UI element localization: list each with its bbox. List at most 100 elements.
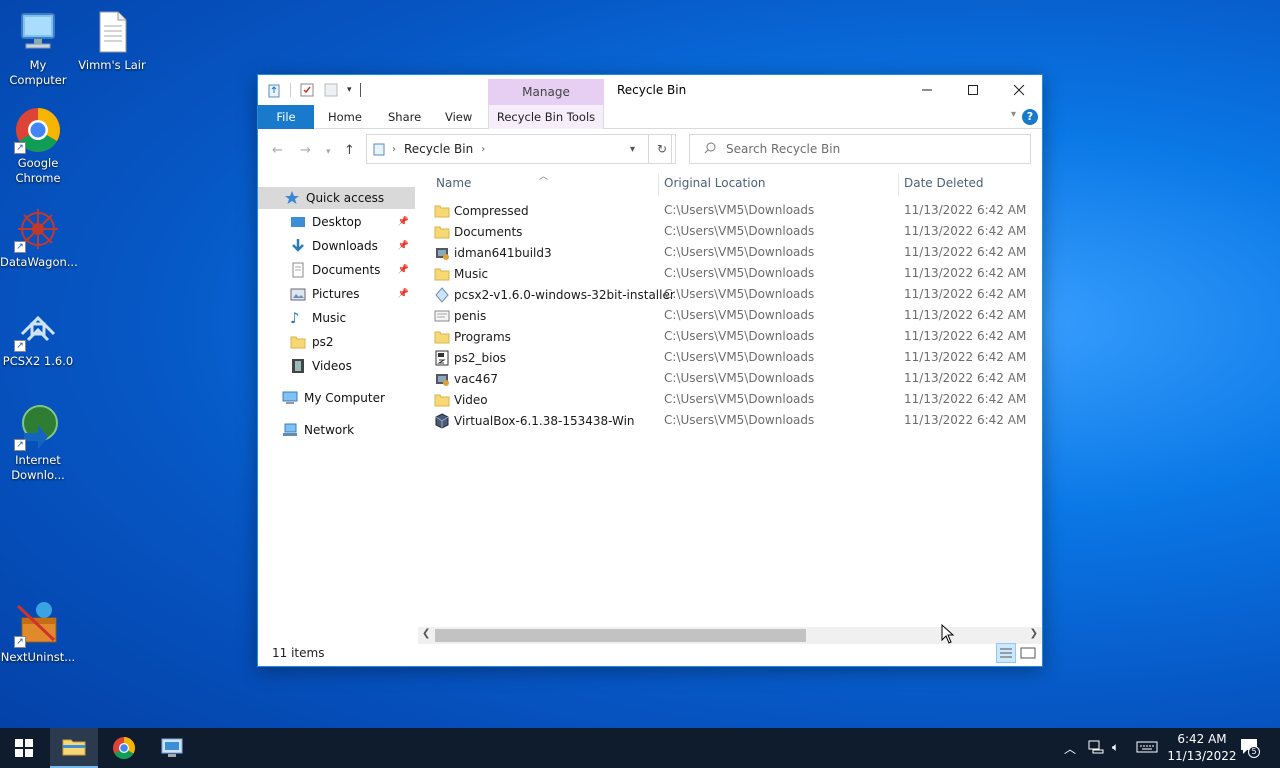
desktop-icon-datawagon[interactable]: ↗ DataWagon...	[0, 205, 78, 270]
nav-item-videos[interactable]: Videos	[258, 355, 415, 377]
search-input[interactable]: Search Recycle Bin	[689, 134, 1031, 164]
nav-item-pictures[interactable]: Pictures 📌	[258, 283, 415, 305]
file-name-cell[interactable]: Programs	[434, 329, 511, 345]
nav-item-documents[interactable]: Documents 📌	[258, 259, 415, 281]
tab-recycle-bin-tools[interactable]: Recycle Bin Tools	[488, 105, 604, 129]
maximize-button[interactable]	[950, 75, 996, 105]
file-row[interactable]: vac467 C:\Users\VM5\Downloads 11/13/2022 6…	[434, 368, 1034, 389]
tab-home[interactable]: Home	[314, 105, 376, 129]
forward-arrow-icon[interactable]: →	[300, 143, 311, 158]
help-icon[interactable]: ?	[1022, 109, 1038, 125]
documents-icon	[290, 262, 306, 278]
column-header-name[interactable]: Name	[436, 176, 471, 194]
desktop-icon-nextuninstaller[interactable]: ↗ NextUninst...	[0, 600, 76, 665]
nav-item-quick-access[interactable]: Quick access	[258, 187, 415, 209]
scroll-right-arrow-icon[interactable]: ❯	[1030, 628, 1038, 639]
file-row[interactable]: penis C:\Users\VM5\Downloads 11/13/2022 6:…	[434, 305, 1034, 326]
nav-item-my-computer[interactable]: My Computer	[258, 387, 415, 409]
file-name: penis	[454, 309, 487, 323]
file-name-cell[interactable]: vac467	[434, 371, 498, 387]
back-arrow-icon[interactable]: ←	[272, 143, 283, 158]
column-divider[interactable]	[658, 174, 659, 196]
file-name: Compressed	[454, 204, 529, 218]
file-name-cell[interactable]: idman641build3	[434, 245, 552, 261]
date-deleted: 11/13/2022 6:42 AM	[904, 287, 1027, 301]
file-name-cell[interactable]: Music	[434, 266, 488, 282]
file-name-cell[interactable]: ps2_bios	[434, 350, 506, 366]
start-button[interactable]	[0, 728, 48, 768]
nav-item-downloads[interactable]: Downloads 📌	[258, 235, 415, 257]
original-location: C:\Users\VM5\Downloads	[664, 329, 815, 343]
file-row[interactable]: Programs C:\Users\VM5\Downloads 11/13/2022…	[434, 326, 1034, 347]
pictures-icon	[290, 286, 306, 302]
date-deleted: 11/13/2022 6:42 AM	[904, 350, 1027, 364]
recent-locations-chevron-icon[interactable]: ▾	[326, 147, 331, 157]
breadcrumb-chevron-icon[interactable]: ›	[481, 144, 485, 155]
desktop-icon-google-chrome[interactable]: ↗ Google Chrome	[0, 106, 76, 186]
taskbar-remote-desktop[interactable]	[148, 728, 196, 768]
tab-view[interactable]: View	[431, 105, 486, 129]
date-deleted: 11/13/2022 6:42 AM	[904, 224, 1027, 238]
file-name-cell[interactable]: penis	[434, 308, 486, 324]
nav-item-label: Pictures	[312, 287, 360, 301]
volume-icon[interactable]: 🔈︎	[1112, 740, 1119, 755]
details-view-icon	[1000, 648, 1012, 658]
network-status-icon[interactable]	[1088, 740, 1104, 757]
column-header-original-location[interactable]: Original Location	[664, 176, 766, 194]
column-header-date-deleted[interactable]: Date Deleted	[904, 176, 984, 194]
notification-center-button[interactable]: 5	[1240, 738, 1260, 759]
remote-desktop-icon	[161, 738, 183, 757]
breadcrumb-chevron-icon: ›	[392, 143, 396, 155]
scroll-left-arrow-icon[interactable]: ❮	[422, 628, 430, 639]
file-row[interactable]: Video C:\Users\VM5\Downloads 11/13/2022 6:…	[434, 389, 1034, 410]
nav-item-ps2[interactable]: ps2	[258, 331, 415, 353]
up-arrow-icon[interactable]: ↑	[344, 143, 355, 158]
file-row[interactable]: Compressed C:\Users\VM5\Downloads 11/13/20…	[434, 200, 1034, 221]
file-name-cell[interactable]: Compressed	[434, 203, 529, 219]
file-row[interactable]: idman641build3 C:\Users\VM5\Downloads 11/1…	[434, 242, 1034, 263]
refresh-button[interactable]: ↻	[648, 134, 676, 164]
properties-icon[interactable]	[299, 82, 315, 98]
file-row[interactable]: Documents C:\Users\VM5\Downloads 11/13/202…	[434, 221, 1034, 242]
file-name-cell[interactable]: Documents	[434, 224, 522, 240]
file-name: Documents	[454, 225, 523, 239]
file-row[interactable]: VirtualBox-6.1.38-153438-Win C:\Users\VM5…	[434, 410, 1034, 431]
taskbar-file-explorer[interactable]	[50, 728, 98, 768]
taskbar-clock[interactable]: 6:42 AM 11/13/2022	[1166, 731, 1238, 765]
desktop-icon-pcsx2[interactable]: ↗ PCSX2 1.6.0	[0, 304, 76, 369]
breadcrumb-recycle-bin[interactable]: Recycle Bin	[404, 142, 473, 156]
file-row[interactable]: Music C:\Users\VM5\Downloads 11/13/2022 6:…	[434, 263, 1034, 284]
tab-share[interactable]: Share	[374, 105, 435, 129]
shortcut-arrow-icon: ↗	[14, 636, 26, 648]
file-name-cell[interactable]: VirtualBox-6.1.38-153438-Win	[434, 413, 635, 429]
nav-item-desktop[interactable]: Desktop 📌	[258, 211, 415, 233]
desktop-icon-vimms-lair[interactable]: Vimm's Lair	[74, 8, 150, 73]
close-button[interactable]	[996, 75, 1042, 105]
large-icons-view-button[interactable]	[1018, 643, 1038, 663]
expand-ribbon-chevron-icon[interactable]: ▾	[1011, 109, 1016, 120]
file-name-cell[interactable]: Video	[434, 392, 488, 408]
show-hidden-icons-chevron-icon[interactable]: ︿	[1064, 740, 1076, 757]
file-row[interactable]: ps2_bios C:\Users\VM5\Downloads 11/13/2022…	[434, 347, 1034, 368]
desktop-icon-my-computer[interactable]: My Computer	[0, 8, 76, 88]
address-dropdown-chevron-icon[interactable]: ▾	[630, 144, 635, 155]
taskbar-chrome[interactable]	[100, 728, 148, 768]
file-name-cell[interactable]: pcsx2-v1.6.0-windows-32bit-installer	[434, 287, 675, 303]
date-deleted: 11/13/2022 6:42 AM	[904, 371, 1027, 385]
tab-manage[interactable]: Manage	[488, 79, 604, 108]
nav-item-network[interactable]: Network	[258, 419, 415, 441]
minimize-button[interactable]	[904, 75, 950, 105]
network-icon	[282, 422, 298, 438]
tab-file[interactable]: File	[258, 105, 314, 129]
date-deleted: 11/13/2022 6:42 AM	[904, 203, 1027, 217]
column-divider[interactable]	[898, 174, 899, 196]
new-folder-icon[interactable]	[323, 82, 339, 98]
keyboard-icon[interactable]	[1136, 740, 1158, 757]
taskbar: ︿ 🔈︎ 6:42 AM 11/13/2022 5	[0, 728, 1280, 768]
nav-item-music[interactable]: ♪ Music	[258, 307, 415, 329]
desktop-icon-internet-download-manager[interactable]: ↗ Internet Downlo...	[0, 403, 76, 483]
customize-qat-chevron-icon[interactable]: ▾	[347, 85, 352, 95]
details-view-button[interactable]	[996, 643, 1016, 663]
address-bar[interactable]: › Recycle Bin › ▾	[366, 134, 672, 164]
file-row[interactable]: pcsx2-v1.6.0-windows-32bit-installer C:\U…	[434, 284, 1034, 305]
